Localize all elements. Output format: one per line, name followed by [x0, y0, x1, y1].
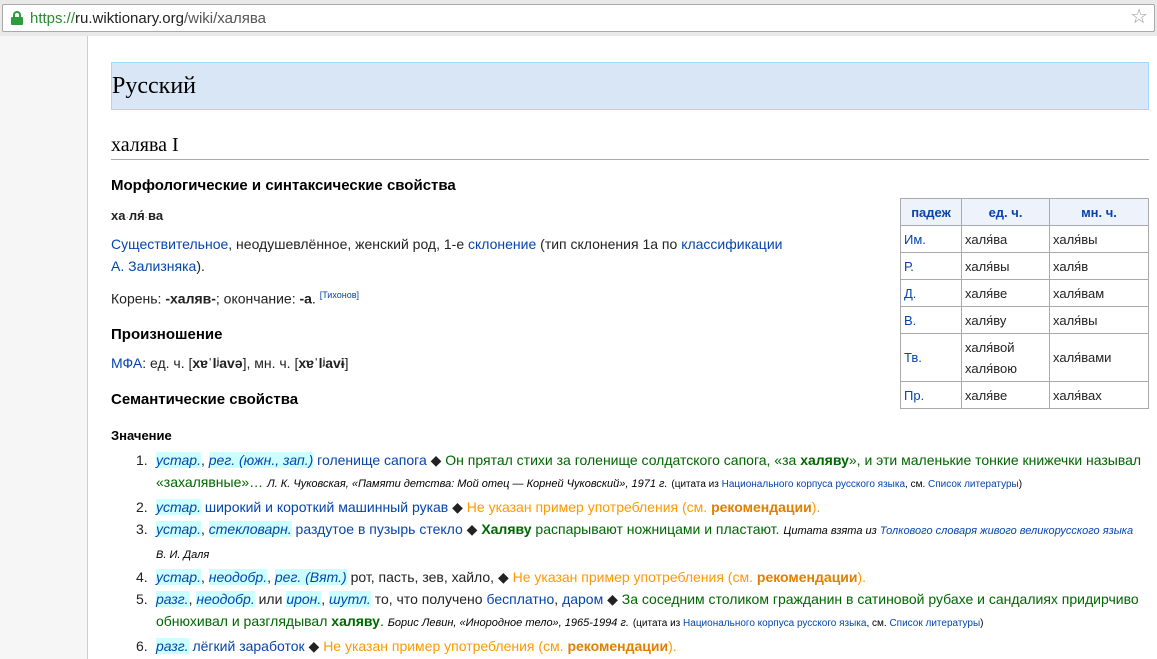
word-heading: халява I — [111, 134, 1149, 160]
label-link[interactable]: стекловарн. — [208, 521, 292, 537]
tikhonov-ref-link[interactable]: [Тихонов] — [320, 290, 359, 300]
recommendations-link[interactable]: рекомендации — [567, 638, 668, 654]
singular-cell: халя́вой халя́вою — [961, 333, 1050, 382]
plural-cell: халя́вы — [1049, 225, 1149, 253]
address-bar[interactable]: https://ru.wiktionary.org/wiki/халява ☆ — [2, 4, 1155, 32]
example-text: Халяву распарывают ножницами и пластают. — [481, 521, 780, 537]
word-title: халява I — [111, 134, 179, 156]
table-row: Д. халя́ве халя́вам — [900, 279, 1149, 307]
source-note: (цитата из Национального корпуса русског… — [671, 479, 1023, 490]
bibliography-link[interactable]: Список литературы — [889, 618, 980, 629]
label-link[interactable]: устар. — [156, 569, 201, 585]
morph-heading: Морфологические и синтаксические свойств… — [111, 177, 456, 194]
table-row: Пр. халя́ве халя́вах — [900, 381, 1149, 409]
declension-table: падеж ед. ч. мн. ч. Им. халя́ва халя́вы … — [900, 198, 1149, 409]
ipa-link[interactable]: МФА — [111, 355, 142, 371]
definition-link[interactable]: даром — [562, 591, 603, 607]
label-link[interactable]: устар. — [156, 499, 201, 515]
singular-cell: халя́вы — [961, 252, 1050, 280]
language-title: Русский — [112, 73, 196, 99]
example-source: Борис Левин, «Инородное тело», 1965-1994… — [387, 617, 629, 629]
case-cell[interactable]: В. — [900, 306, 962, 334]
case-cell[interactable]: Им. — [900, 225, 962, 253]
plural-cell: халя́в — [1049, 252, 1149, 280]
case-cell[interactable]: Пр. — [900, 381, 962, 409]
stressed-word: ха·ля́·ва — [111, 208, 164, 223]
table-header-singular[interactable]: ед. ч. — [961, 198, 1050, 226]
case-cell[interactable]: Тв. — [900, 333, 962, 382]
table-row: Тв. халя́вой халя́вою халя́вами — [900, 333, 1149, 382]
plural-cell: халя́вами — [1049, 333, 1149, 382]
dal-dictionary-link[interactable]: Толкового словаря живого великорусского … — [880, 525, 1133, 537]
label-link[interactable]: неодобр. — [196, 591, 255, 607]
zaliznyak-link[interactable]: А. Зализняка — [111, 258, 196, 274]
meaning-item: 1. устар., рег. (южн., зап.) голенище са… — [136, 452, 1142, 490]
pos-link[interactable]: Существительное — [111, 236, 228, 252]
corpus-link[interactable]: Национального корпуса русского языка — [722, 479, 905, 490]
plural-cell: халя́вам — [1049, 279, 1149, 307]
label-link[interactable]: рег. (южн., зап.) — [208, 452, 314, 468]
example-source: Л. К. Чуковская, «Памяти детства: Мой от… — [267, 478, 668, 490]
label-link[interactable]: разг. — [156, 591, 189, 607]
article-content: Русский халява I Морфологические и синта… — [87, 36, 1157, 659]
recommendations-link[interactable]: рекомендации — [757, 569, 858, 585]
label-link[interactable]: неодобр. — [208, 569, 268, 585]
singular-cell: халя́ве — [961, 381, 1050, 409]
meaning-item: 2. устар. широкий и короткий машинный ру… — [136, 499, 821, 515]
semantic-heading: Семантические свойства — [111, 391, 299, 408]
table-header-row: падеж ед. ч. мн. ч. — [900, 198, 1149, 226]
no-example-notice: Не указан пример употребления (см. реком… — [512, 569, 867, 585]
language-heading: Русский — [111, 62, 1149, 110]
case-cell[interactable]: Р. — [900, 252, 962, 280]
table-row: Им. халя́ва халя́вы — [900, 225, 1149, 253]
singular-cell: халя́ву — [961, 306, 1050, 334]
meaning-item: 6. разг. лёгкий заработок ◆ Не указан пр… — [136, 638, 677, 654]
label-link[interactable]: устар. — [156, 521, 201, 537]
singular-cell: халя́ве — [961, 279, 1050, 307]
definition-link[interactable]: широкий и короткий машинный рукав — [205, 499, 448, 515]
declension-link[interactable]: склонение — [468, 236, 536, 252]
corpus-link[interactable]: Национального корпуса русского языка — [683, 618, 866, 629]
meaning-item: 5. разг., неодобр. или ирон., шутл. то, … — [136, 591, 1139, 629]
pronunciation-heading: Произношение — [111, 326, 223, 343]
label-link[interactable]: устар. — [156, 452, 201, 468]
no-example-notice: Не указан пример употребления (см. реком… — [466, 499, 821, 515]
browser-toolbar: https://ru.wiktionary.org/wiki/халява ☆ — [0, 0, 1157, 36]
url-text[interactable]: https://ru.wiktionary.org/wiki/халява — [30, 10, 266, 27]
meaning-heading: Значение — [111, 428, 172, 443]
label-link[interactable]: разг. — [156, 638, 189, 654]
meaning-item: 4. устар., неодобр., рег. (Вят.) рот, па… — [136, 569, 867, 585]
definition-text: рот, пасть, зев, хайло, — [350, 569, 495, 585]
no-example-notice: Не указан пример употребления (см. реком… — [323, 638, 677, 654]
meaning-item: 3. устар., стекловарн. раздутое в пузырь… — [136, 521, 1134, 561]
definition-link[interactable]: бесплатно — [486, 591, 554, 607]
bibliography-link[interactable]: Список литературы — [928, 479, 1019, 490]
table-header-case[interactable]: падеж — [900, 198, 962, 226]
label-link[interactable]: ирон. — [286, 591, 322, 607]
definition-link[interactable]: раздутое в пузырь стекло — [296, 521, 463, 537]
definition-link[interactable]: голенище сапога — [317, 452, 427, 468]
table-row: В. халя́ву халя́вы — [900, 306, 1149, 334]
table-row: Р. халя́вы халя́в — [900, 252, 1149, 280]
singular-cell: халя́ва — [961, 225, 1050, 253]
label-link[interactable]: рег. (Вят.) — [274, 569, 347, 585]
source-note: (цитата из Национального корпуса русског… — [632, 618, 984, 629]
definition-link[interactable]: заработок — [239, 638, 304, 654]
classification-link[interactable]: классификации — [681, 236, 782, 252]
label-link[interactable]: шутл. — [329, 591, 371, 607]
plural-cell: халя́вы — [1049, 306, 1149, 334]
ipa-line: МФА: ед. ч. [xɐˈlʲavə], мн. ч. [xɐˈlʲavɨ… — [111, 355, 349, 371]
bookmark-star-icon[interactable]: ☆ — [1130, 7, 1148, 27]
plural-cell: халя́вах — [1049, 381, 1149, 409]
table-header-plural[interactable]: мн. ч. — [1049, 198, 1149, 226]
meanings-list: 1. устар., рег. (южн., зап.) голенище са… — [131, 449, 1151, 657]
root-line: Корень: -халяв-; окончание: -а. [Тихонов… — [111, 290, 359, 307]
recommendations-link[interactable]: рекомендации — [711, 499, 812, 515]
definition-link[interactable]: лёгкий — [192, 638, 235, 654]
lock-icon — [11, 11, 23, 25]
morph-description: Существительное, неодушевлённое, женский… — [111, 236, 783, 274]
case-cell[interactable]: Д. — [900, 279, 962, 307]
